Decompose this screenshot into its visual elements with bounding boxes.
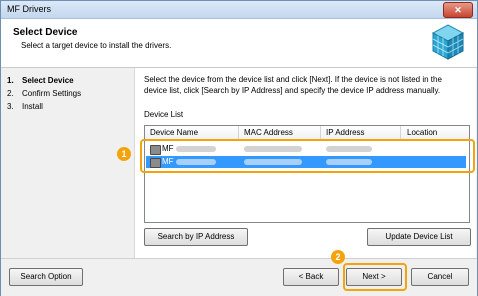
step-confirm-settings: 2. Confirm Settings: [7, 89, 82, 98]
update-device-list-button[interactable]: Update Device List: [367, 228, 471, 246]
close-icon: ✕: [454, 5, 462, 15]
callout-badge-1: 1: [117, 147, 131, 161]
column-divider[interactable]: [400, 126, 401, 139]
device-list-label: Device List: [144, 110, 184, 119]
window-title: MF Drivers: [7, 4, 51, 14]
next-button-highlight: [343, 263, 407, 291]
callout-badge-2: 2: [331, 250, 345, 264]
column-divider[interactable]: [320, 126, 321, 139]
column-device-name[interactable]: Device Name: [150, 128, 198, 137]
close-button[interactable]: ✕: [443, 2, 473, 18]
column-ip-address[interactable]: IP Address: [326, 128, 365, 137]
column-location[interactable]: Location: [407, 128, 437, 137]
search-option-button[interactable]: Search Option: [9, 268, 83, 286]
instructions-text: Select the device from the device list a…: [144, 75, 442, 95]
column-mac-address[interactable]: MAC Address: [244, 128, 293, 137]
step-select-device: 1. Select Device: [7, 76, 74, 85]
column-divider[interactable]: [238, 126, 239, 139]
installer-window: MF Drivers ✕ Select Device Select a targ…: [0, 0, 478, 296]
title-bar: MF Drivers ✕: [1, 1, 477, 19]
step-install: 3. Install: [7, 102, 43, 111]
wizard-header: Select Device Select a target device to …: [1, 19, 477, 68]
back-button[interactable]: < Back: [283, 268, 339, 286]
device-rows-highlight: [140, 139, 475, 173]
product-cube-icon: [431, 24, 465, 60]
cancel-button[interactable]: Cancel: [411, 268, 469, 286]
page-title: Select Device: [13, 27, 78, 38]
device-list-header: Device Name MAC Address IP Address Locat…: [145, 126, 469, 140]
wizard-steps: 1. Select Device 2. Confirm Settings 3. Ins…: [1, 68, 132, 258]
page-subtitle: Select a target device to install the dr…: [21, 41, 172, 50]
search-by-ip-button[interactable]: Search by IP Address: [144, 228, 248, 246]
